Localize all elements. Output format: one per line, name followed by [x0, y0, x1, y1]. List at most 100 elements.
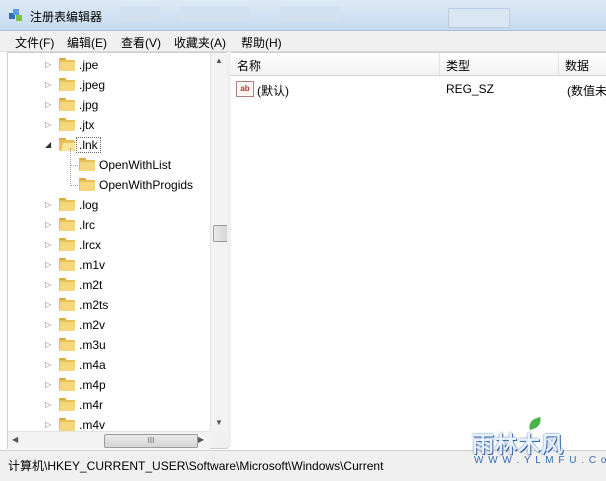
- folder-icon: [59, 278, 75, 291]
- menu-favorites[interactable]: 收藏夹(A): [174, 34, 226, 51]
- tree-item-label: .m4r: [79, 398, 103, 412]
- scrollbar-thumb[interactable]: [213, 225, 228, 242]
- tree-connector: [70, 185, 78, 186]
- background-window-ghost: [120, 6, 160, 22]
- tree-item-label: .lrc: [79, 218, 95, 232]
- column-header-type[interactable]: 类型: [440, 53, 559, 76]
- background-window-button: [448, 8, 510, 28]
- tree-item[interactable]: ◢ .lnk: [8, 135, 208, 155]
- tree-item[interactable]: ▷ .m2v: [8, 315, 208, 335]
- expand-triangle-icon[interactable]: ▷: [45, 300, 53, 309]
- tree-item-label: .lnk: [76, 137, 101, 153]
- folder-icon: [79, 158, 95, 171]
- folder-icon: [59, 198, 75, 211]
- expand-triangle-icon[interactable]: ▷: [45, 360, 53, 369]
- title-bar[interactable]: 注册表编辑器: [0, 0, 606, 31]
- expand-triangle-icon[interactable]: ▷: [45, 280, 53, 289]
- open-folder-icon: [59, 138, 76, 151]
- folder-icon: [59, 298, 75, 311]
- tree-item-label: .log: [79, 198, 99, 212]
- tree-item[interactable]: ▷ .m1v: [8, 255, 208, 275]
- value-type: REG_SZ: [446, 82, 495, 96]
- menu-file[interactable]: 文件(F): [15, 34, 54, 51]
- expand-triangle-icon[interactable]: ▷: [45, 340, 53, 349]
- tree-item[interactable]: ▷ .m4a: [8, 355, 208, 375]
- tree-item[interactable]: ▷ .m2t: [8, 275, 208, 295]
- tree-item-label: .m4a: [79, 358, 106, 372]
- folder-icon: [59, 78, 75, 91]
- expand-triangle-icon[interactable]: ▷: [45, 100, 53, 109]
- tree-item-label: .m2v: [79, 318, 106, 332]
- value-name: (默认): [257, 84, 289, 98]
- expand-triangle-icon[interactable]: ▷: [45, 260, 53, 269]
- folder-icon: [59, 338, 75, 351]
- folder-icon: [59, 258, 75, 271]
- tree-item-label: .m2ts: [79, 298, 109, 312]
- menu-edit[interactable]: 编辑(E): [67, 34, 107, 51]
- expand-triangle-icon[interactable]: ▷: [45, 240, 53, 249]
- scroll-up-arrow-icon[interactable]: ▲: [215, 56, 223, 65]
- tree-item-label: .m2t: [79, 278, 103, 292]
- value-data: (数值未: [567, 84, 606, 98]
- expand-triangle-icon[interactable]: ▷: [45, 200, 53, 209]
- tree-item-label: .jpg: [79, 98, 99, 112]
- registry-tree-pane[interactable]: ▷ .jpe ▷ .jpeg ▷ .jpg ▷ .jtx ◢ .lnk OpenWithList Op…: [7, 52, 228, 449]
- tree-item[interactable]: OpenWithProgids: [8, 175, 208, 195]
- tree-item[interactable]: ▷ .jpeg: [8, 75, 208, 95]
- table-row[interactable]: ab (默认) REG_SZ (数值未: [231, 79, 606, 99]
- values-list-pane[interactable]: 名称 类型 数据 ab (默认) REG_SZ (数值未: [231, 52, 606, 448]
- expand-triangle-icon[interactable]: ▷: [45, 120, 53, 129]
- tree-item[interactable]: ▷ .lrc: [8, 215, 208, 235]
- folder-icon: [59, 118, 75, 131]
- folder-icon: [59, 98, 75, 111]
- background-window-ghost: [280, 6, 340, 22]
- expand-triangle-icon[interactable]: ▷: [45, 80, 53, 89]
- tree-item[interactable]: ▷ .lrcx: [8, 235, 208, 255]
- folder-icon: [59, 318, 75, 331]
- scroll-right-arrow-icon[interactable]: ▶: [198, 435, 204, 444]
- column-header-data[interactable]: 数据: [559, 53, 606, 76]
- tree-item[interactable]: ▷ .m3u: [8, 335, 208, 355]
- scrollbar-corner: [210, 431, 227, 448]
- tree-item[interactable]: OpenWithList: [8, 155, 208, 175]
- expand-triangle-icon[interactable]: ▷: [45, 220, 53, 229]
- tree-item[interactable]: ▷ .m2ts: [8, 295, 208, 315]
- column-header-name[interactable]: 名称: [231, 53, 440, 76]
- scrollbar-thumb[interactable]: III: [104, 434, 198, 448]
- tree-item[interactable]: ▷ .jpg: [8, 95, 208, 115]
- expand-triangle-icon[interactable]: ▷: [45, 320, 53, 329]
- tree-connector: [70, 148, 71, 186]
- collapse-triangle-icon[interactable]: ◢: [45, 140, 53, 149]
- expand-triangle-icon[interactable]: ▷: [45, 420, 53, 429]
- folder-icon: [59, 378, 75, 391]
- tree-item[interactable]: ▷ .m4r: [8, 395, 208, 415]
- tree-horizontal-scrollbar[interactable]: ◀ III ▶: [8, 431, 210, 449]
- tree-item[interactable]: ▷ .jtx: [8, 115, 208, 135]
- scroll-left-arrow-icon[interactable]: ◀: [12, 435, 18, 444]
- tree-item-label: .jpe: [79, 58, 99, 72]
- window-title: 注册表编辑器: [30, 10, 103, 24]
- tree-item-label: .m1v: [79, 258, 106, 272]
- tree-item-label: OpenWithProgids: [99, 178, 194, 192]
- tree-item-label: .m4v: [79, 418, 106, 432]
- watermark-url: W W W . Y L M F U . C o M: [474, 455, 606, 466]
- menu-help[interactable]: 帮助(H): [241, 34, 282, 51]
- tree-item-label: OpenWithList: [99, 158, 172, 172]
- expand-triangle-icon[interactable]: ▷: [45, 60, 53, 69]
- folder-icon: [59, 238, 75, 251]
- registry-editor-icon: [9, 9, 22, 21]
- folder-icon: [59, 418, 75, 431]
- tree-item-label: .m3u: [79, 338, 106, 352]
- tree-item[interactable]: ▷ .jpe: [8, 55, 208, 75]
- expand-triangle-icon[interactable]: ▷: [45, 380, 53, 389]
- menu-view[interactable]: 查看(V): [121, 34, 161, 51]
- background-window-ghost: [180, 6, 250, 22]
- tree-item[interactable]: ▷ .log: [8, 195, 208, 215]
- folder-icon: [59, 218, 75, 231]
- tree-vertical-scrollbar[interactable]: ▲ ▼: [210, 53, 228, 431]
- tree-item[interactable]: ▷ .m4p: [8, 375, 208, 395]
- tree-item-label: .lrcx: [79, 238, 101, 252]
- scroll-down-arrow-icon[interactable]: ▼: [215, 418, 223, 427]
- tree-item-label: .m4p: [79, 378, 106, 392]
- expand-triangle-icon[interactable]: ▷: [45, 400, 53, 409]
